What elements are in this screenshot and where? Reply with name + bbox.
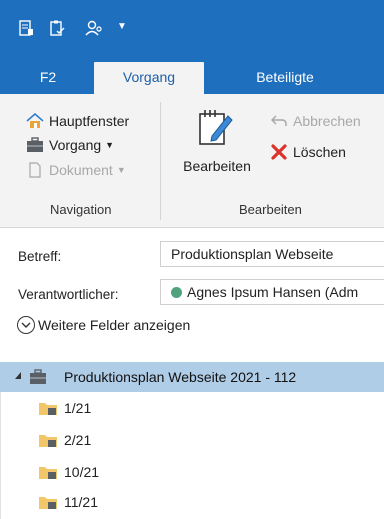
tab-beteiligte[interactable]: Beteiligte bbox=[225, 62, 345, 94]
dokument-dropdown-button[interactable]: Dokument ▼ bbox=[26, 159, 126, 181]
dokument-label: Dokument bbox=[49, 162, 113, 178]
case-icon bbox=[29, 369, 47, 385]
tree-root-label: Produktionsplan Webseite 2021 - 112 bbox=[64, 369, 297, 385]
edit-document-icon bbox=[198, 108, 234, 146]
tree-item-label: 10/21 bbox=[64, 464, 100, 480]
delete-x-icon bbox=[270, 144, 288, 160]
abbrechen-button[interactable]: Abbrechen bbox=[270, 110, 361, 132]
folder-case-icon bbox=[39, 497, 57, 509]
betreff-row: Betreff: Produktionsplan Webseite bbox=[0, 241, 384, 267]
presence-status-icon bbox=[171, 287, 182, 298]
verantwortlicher-row: Verantwortlicher: Agnes Ipsum Hansen (Ad… bbox=[0, 279, 384, 305]
folder-case-icon bbox=[39, 435, 57, 447]
more-fields-label: Weitere Felder anzeigen bbox=[38, 317, 191, 333]
bearbeiten-label: Bearbeiten bbox=[183, 158, 251, 174]
loeschen-button[interactable]: Löschen bbox=[270, 141, 346, 163]
tab-vorgang[interactable]: Vorgang bbox=[94, 62, 204, 94]
tree-item-label: 2/21 bbox=[64, 432, 92, 448]
hauptfenster-label: Hauptfenster bbox=[49, 113, 130, 129]
betreff-field[interactable]: Produktionsplan Webseite bbox=[160, 241, 384, 267]
clipboard-check-icon[interactable] bbox=[49, 20, 65, 36]
betreff-label: Betreff: bbox=[18, 249, 62, 264]
bearbeiten-button[interactable]: Bearbeiten bbox=[176, 108, 258, 182]
tree-item-label: 1/21 bbox=[64, 400, 92, 416]
tree-item-label: 11/21 bbox=[64, 494, 98, 510]
chevron-down-icon: ▼ bbox=[116, 165, 126, 175]
verantwortlicher-field[interactable]: Agnes Ipsum Hansen (Adm bbox=[160, 279, 384, 305]
customize-dropdown-icon[interactable]: ▼ bbox=[117, 22, 127, 32]
ribbon-tabs: F2 Vorgang Beteiligte bbox=[0, 58, 384, 94]
group-separator bbox=[160, 102, 161, 220]
vorgang-dropdown-button[interactable]: Vorgang ▼ bbox=[26, 134, 114, 156]
home-icon bbox=[26, 113, 44, 129]
tree-item[interactable]: 2/21 bbox=[38, 429, 91, 451]
folder-case-icon bbox=[39, 403, 57, 415]
tree-item[interactable]: 11/21 bbox=[38, 491, 98, 513]
abbrechen-label: Abbrechen bbox=[293, 113, 361, 129]
ribbon-panel: Hauptfenster Vorgang ▼ Dokument ▼ Naviga… bbox=[0, 94, 384, 228]
tree-root-node[interactable]: Produktionsplan Webseite 2021 - 112 bbox=[0, 362, 384, 392]
verantwortlicher-label: Verantwortlicher: bbox=[18, 287, 119, 302]
case-icon bbox=[26, 137, 44, 153]
bearbeiten-group-label: Bearbeiten bbox=[239, 202, 302, 217]
chevron-down-icon: ▼ bbox=[105, 140, 115, 150]
undo-icon bbox=[270, 113, 288, 129]
quick-access-toolbar: ▼ bbox=[0, 0, 384, 58]
navigation-group-label: Navigation bbox=[50, 202, 112, 217]
tree-item[interactable]: 1/21 bbox=[38, 397, 91, 419]
note-icon[interactable] bbox=[18, 20, 34, 36]
more-fields-toggle[interactable]: Weitere Felder anzeigen bbox=[17, 314, 190, 336]
vorgang-label: Vorgang bbox=[49, 137, 102, 153]
document-icon bbox=[26, 162, 44, 178]
loeschen-label: Löschen bbox=[293, 144, 346, 160]
tab-f2[interactable]: F2 bbox=[28, 62, 68, 94]
expand-triangle-icon[interactable] bbox=[15, 372, 21, 379]
chevron-down-circle-icon bbox=[17, 316, 35, 334]
tree-item[interactable]: 10/21 bbox=[38, 461, 99, 483]
person-key-icon[interactable] bbox=[85, 20, 102, 36]
folder-case-icon bbox=[39, 467, 57, 479]
hauptfenster-button[interactable]: Hauptfenster bbox=[26, 110, 129, 132]
verantwortlicher-value: Agnes Ipsum Hansen (Adm bbox=[187, 284, 359, 300]
